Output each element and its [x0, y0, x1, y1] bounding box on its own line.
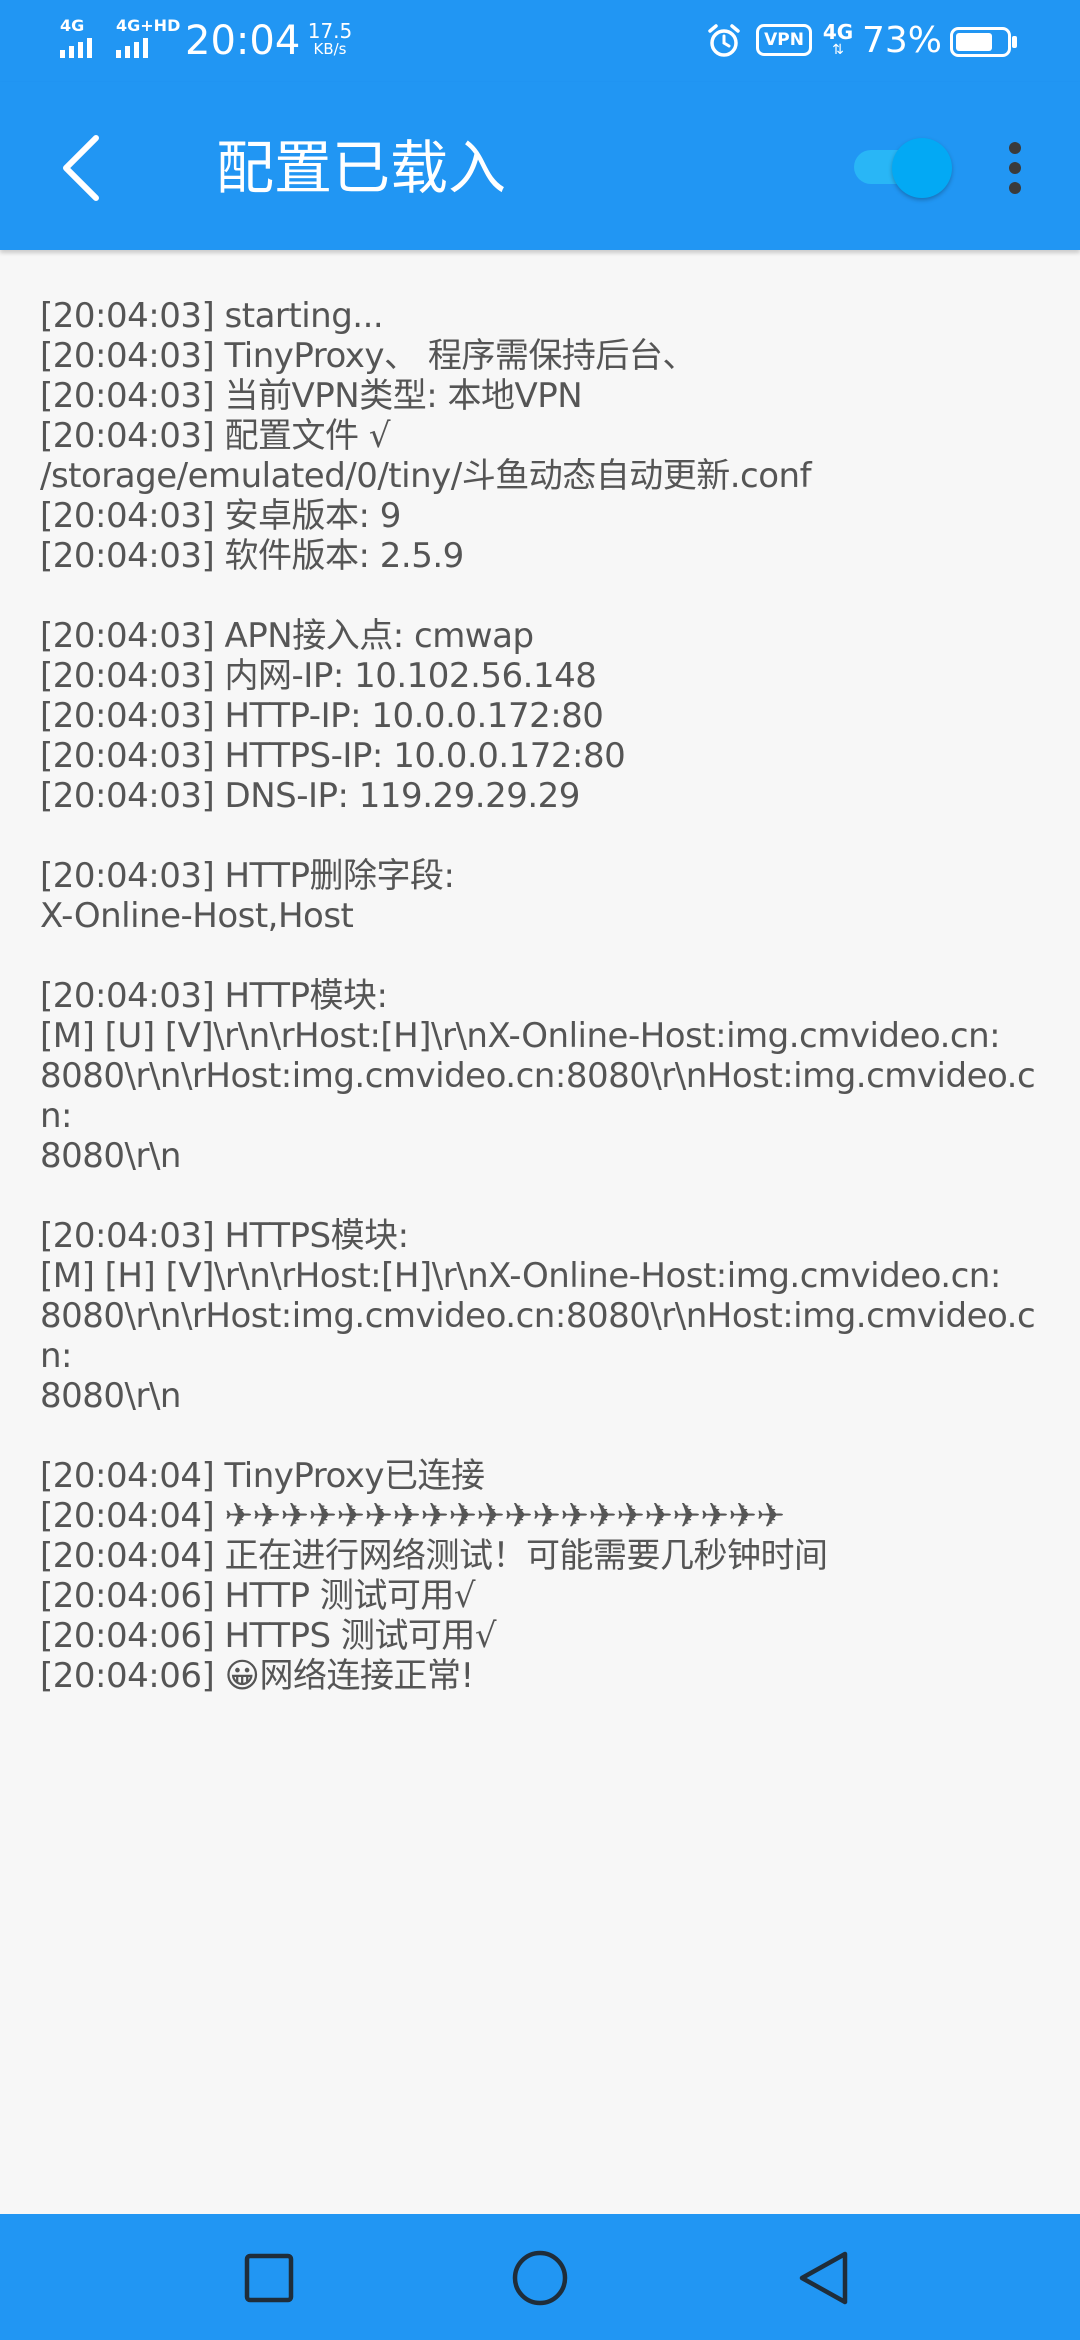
status-time: 20:04 [185, 18, 301, 64]
navigation-bar [0, 2214, 1080, 2340]
network-type-label: 4G+HD [116, 16, 181, 35]
signal-1: 4G [60, 18, 92, 58]
signal-2: 4G+HD [116, 18, 180, 58]
signal-3: 4G ⇅ [820, 22, 856, 58]
data-arrows-icon: ⇅ [832, 42, 844, 58]
network-type-label: 4G [822, 20, 854, 44]
page-title: 配置已载入 [216, 134, 507, 202]
network-speed-value: 17.5 [307, 19, 353, 43]
recent-apps-square-icon[interactable] [225, 2234, 315, 2324]
back-triangle-icon[interactable] [780, 2234, 870, 2324]
battery-percent: 73% [862, 20, 943, 61]
signal-bars-icon [60, 38, 92, 58]
network-speed: 17.5 KB/s [305, 19, 355, 58]
vpn-toggle[interactable] [850, 138, 954, 198]
signal-bars-icon [116, 38, 148, 58]
toggle-thumb [892, 138, 952, 198]
alarm-icon [708, 24, 740, 57]
status-bar: 4G 4G+HD 20:04 17.5 KB/s VPN 4G ⇅ 73% [0, 0, 1080, 82]
back-arrow-icon[interactable] [40, 128, 120, 208]
network-type-label: 4G [60, 16, 85, 35]
app-bar: 配置已载入 [0, 82, 1080, 250]
home-circle-icon[interactable] [495, 2234, 585, 2324]
more-options-icon[interactable] [990, 138, 1040, 198]
vpn-badge: VPN [756, 24, 812, 56]
log-output: [20:04:03] starting... [20:04:03] TinyPr… [40, 296, 1036, 1696]
battery-icon [950, 27, 1017, 57]
